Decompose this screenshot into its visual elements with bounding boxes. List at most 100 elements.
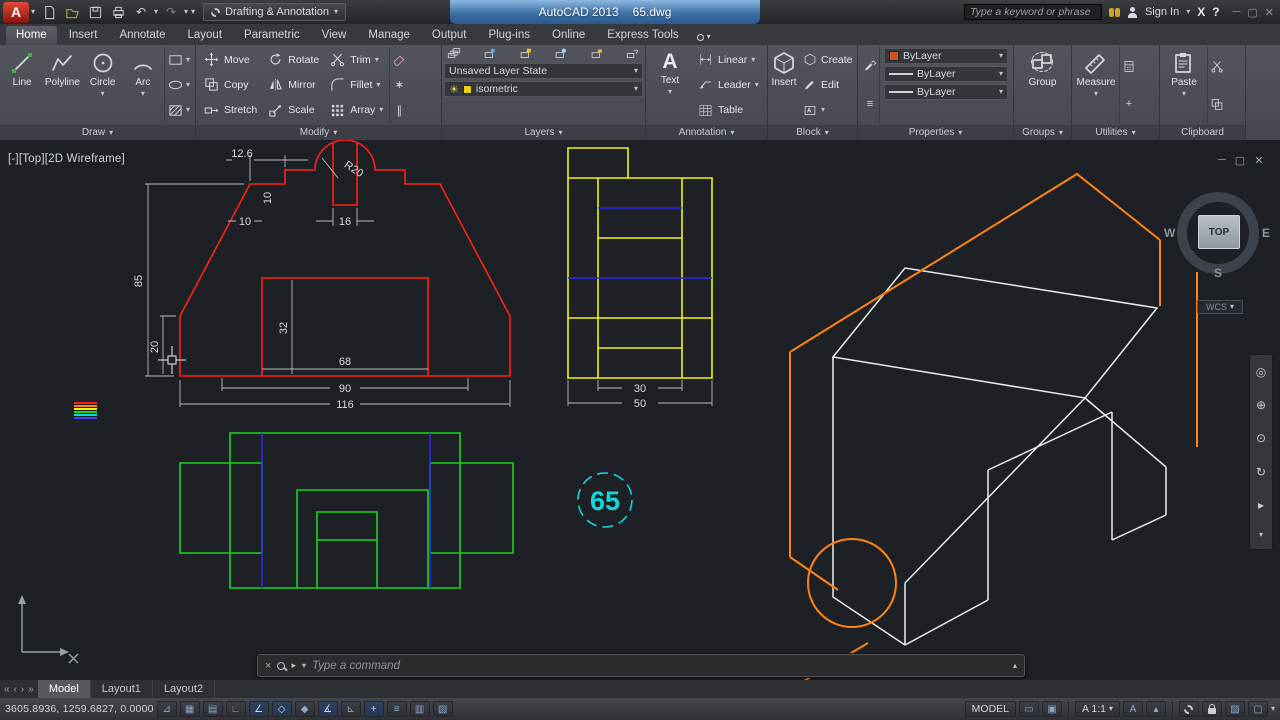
restore-button[interactable]: ▢ [1247,6,1257,19]
viewport-restore-icon[interactable]: ▢ [1235,154,1245,167]
last-layout-icon[interactable]: » [28,684,34,695]
layer-state-dropdown[interactable]: Unsaved Layer State ▾ [444,63,643,79]
layer-match-button[interactable] [626,47,640,60]
leader-button[interactable]: Leader ▾ [694,75,763,94]
properties-list-button[interactable]: ≡ [867,98,873,110]
trim-button[interactable]: Trim ▾ [326,50,386,69]
open-drawing-button[interactable] [62,3,82,21]
tab-layout[interactable]: Layout [178,26,233,45]
cut-button[interactable] [1210,60,1224,73]
layer-isolate-button[interactable] [519,47,533,60]
dim-side-outer-width[interactable]: 50 [634,398,646,410]
dim-opening-height[interactable]: 32 [278,322,290,334]
polar-toggle[interactable]: ∠ [248,701,269,717]
explode-button[interactable]: ∗ [395,78,404,91]
sign-in-chevron-icon[interactable]: ▾ [1186,8,1190,16]
side-view-blue-lines[interactable] [568,207,712,279]
plot-button[interactable] [108,3,128,21]
mirror-button[interactable]: Mirror [264,75,322,94]
match-properties-button[interactable] [863,59,877,73]
top-view-outline[interactable] [179,432,514,589]
tab-parametric[interactable]: Parametric [234,26,310,45]
full-navigation-wheel-icon[interactable]: ◎ [1256,365,1266,379]
copy-button[interactable]: Copy [200,75,260,94]
viewcube-west[interactable]: W [1164,226,1175,240]
viewcube-south[interactable]: S [1214,266,1222,280]
dim-notch-width[interactable]: 16 [339,216,351,228]
redo-button[interactable]: ↷ [161,3,181,21]
layer-colors-widget[interactable] [74,402,97,419]
layer-freeze-button[interactable] [554,47,568,60]
annotation-scale-button[interactable]: A 1:1 ▾ [1075,701,1120,717]
array-button[interactable]: Array ▾ [326,101,386,120]
ellipse-button[interactable]: ▾ [167,77,190,92]
model-space-viewport[interactable]: 12.6 R20 10 10 16 85 20 32 68 90 116 30 … [0,140,1280,680]
block-panel-title[interactable]: Block ▾ [768,125,857,140]
minimize-button[interactable]: ─ [1233,6,1241,19]
showmotion-icon[interactable]: ▸ [1258,498,1264,512]
front-view-outline[interactable] [179,140,511,377]
sign-in-button[interactable]: Sign In [1145,6,1179,18]
grid-toggle[interactable]: ▤ [202,701,223,717]
ribbon-minimize-options-icon[interactable]: ▾ [707,33,711,41]
trim-dropdown-icon[interactable]: ▾ [375,55,379,64]
qat-customize-icon[interactable]: ▾ [191,8,195,16]
dim-side-inner-width[interactable]: 30 [634,383,646,395]
workspace-switching-button[interactable] [1178,701,1199,717]
edit-block-button[interactable]: Edit [800,75,856,94]
undo-dropdown-icon[interactable]: ▾ [154,8,158,16]
group-button[interactable]: Group [1022,47,1064,123]
offset-button[interactable]: ∥ [397,104,403,117]
annotation-autoscale-button[interactable]: ▴ [1145,701,1166,717]
move-button[interactable]: Move [200,50,260,69]
annotation-visibility-button[interactable]: A [1122,701,1143,717]
polyline-button[interactable]: Polyline [43,47,81,123]
measure-button[interactable]: Measure ▾ [1075,47,1117,123]
clipboard-panel-title[interactable]: Clipboard [1160,125,1245,140]
dim-radius[interactable]: R20 [342,159,365,180]
side-view-outline[interactable] [567,147,713,379]
snap-toggle[interactable]: ▦ [179,701,200,717]
tab-insert[interactable]: Insert [59,26,108,45]
tab-express-tools[interactable]: Express Tools [597,26,688,45]
toolbar-lock-button[interactable] [1201,701,1222,717]
dim-opening-width[interactable]: 68 [339,356,351,368]
table-button[interactable]: Table [694,101,763,120]
modify-panel-title[interactable]: Modify ▾ [196,125,441,140]
fillet-dropdown-icon[interactable]: ▾ [376,80,380,89]
tab-view[interactable]: View [312,26,357,45]
viewcube-top-face[interactable]: TOP [1198,215,1240,249]
dim-base-height[interactable]: 20 [149,341,161,353]
dyn-toggle[interactable]: + [363,701,384,717]
workspace-switcher[interactable]: Drafting & Annotation ▾ [203,3,347,21]
tab-plugins[interactable]: Plug-ins [478,26,540,45]
utilities-panel-title[interactable]: Utilities ▾ [1072,125,1159,140]
infer-constraints-toggle[interactable]: ⊿ [156,701,177,717]
tab-output[interactable]: Output [422,26,477,45]
clean-screen-button[interactable]: ▢ [1247,701,1268,717]
help-icon[interactable]: ? [1212,5,1219,19]
app-menu-chevron-icon[interactable]: ▾ [31,8,35,16]
rectangle-button[interactable]: ▾ [167,52,190,67]
linear-dropdown-icon[interactable]: ▾ [751,55,755,64]
annotation-panel-title[interactable]: Annotation ▾ [646,125,767,140]
array-dropdown-icon[interactable]: ▾ [379,106,383,114]
stretch-button[interactable]: Stretch [200,101,260,120]
wcs-dropdown[interactable]: WCS ▾ [1197,300,1243,314]
tab-online[interactable]: Online [542,26,595,45]
erase-button[interactable] [392,53,406,66]
dim-shoulder-width[interactable]: 10 [239,216,251,228]
layer-properties-button[interactable] [447,47,461,60]
quickview-drawings-button[interactable]: ▣ [1042,701,1063,717]
callout-text[interactable]: 65 [590,486,620,516]
new-drawing-button[interactable] [39,3,59,21]
tab-model[interactable]: Model [37,680,91,698]
recent-commands-icon[interactable]: ▸ [291,661,296,670]
dim-height[interactable]: 85 [133,275,145,287]
otrack-toggle[interactable]: ∡ [317,701,338,717]
viewport-close-icon[interactable]: ✕ [1254,154,1263,167]
iso-orange-circle[interactable] [807,538,897,628]
arc-button[interactable]: Arc ▾ [124,47,162,123]
transparency-toggle[interactable]: ▥ [409,701,430,717]
iso-view-body[interactable] [832,357,1167,646]
